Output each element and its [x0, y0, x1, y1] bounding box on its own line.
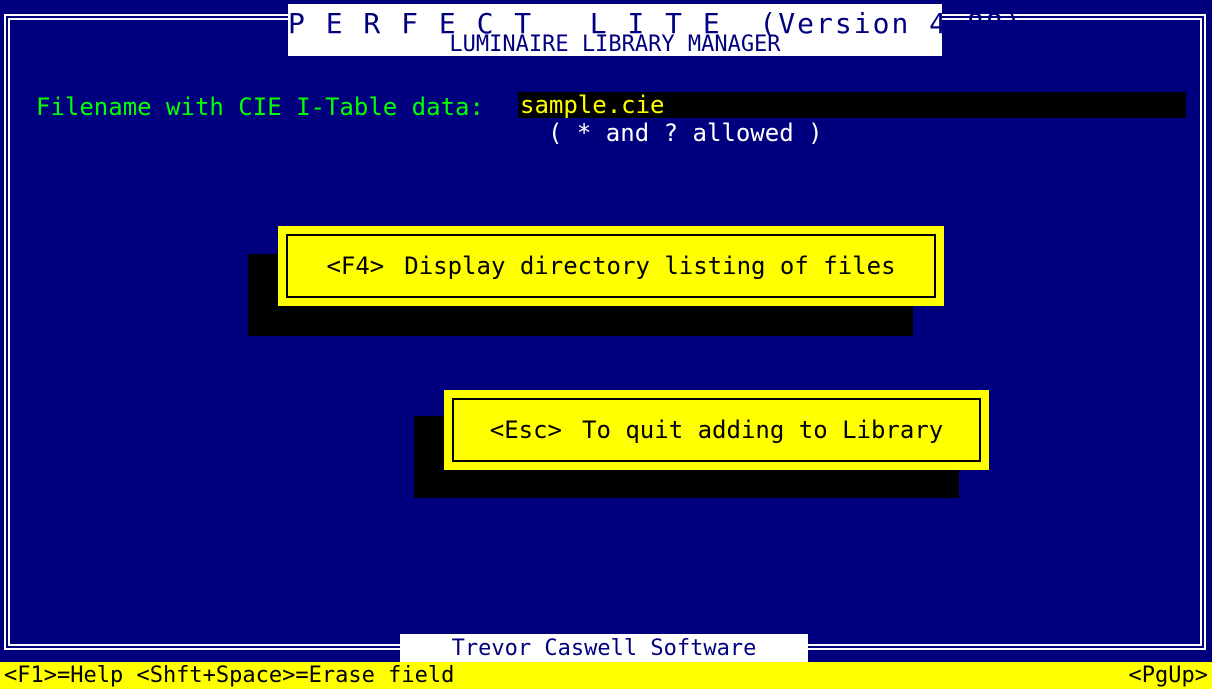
- dir-listing-button-border: <F4> Display directory listing of files: [286, 234, 936, 298]
- esc-key-label: <Esc>: [489, 416, 562, 444]
- f4-key-label: <F4>: [326, 252, 385, 280]
- quit-button[interactable]: <Esc> To quit adding to Library: [444, 390, 989, 470]
- quit-button-border: <Esc> To quit adding to Library: [452, 398, 981, 462]
- dos-screen: P E R F E C T L I T E (Version 4.88) LUM…: [0, 0, 1212, 689]
- status-help-text: <F1>=Help <Shft+Space>=Erase field: [4, 663, 455, 688]
- quit-label: To quit adding to Library: [582, 416, 944, 444]
- footer-credit: Trevor Caswell Software: [400, 634, 808, 662]
- filename-label: Filename with CIE I-Table data:: [36, 93, 484, 121]
- wildcard-hint: ( * and ? allowed ): [548, 119, 823, 147]
- title-banner: P E R F E C T L I T E (Version 4.88) LUM…: [288, 4, 1021, 57]
- pgup-key-label[interactable]: <PgUp>: [1129, 662, 1208, 689]
- dir-listing-label: Display directory listing of files: [404, 252, 896, 280]
- app-subtitle: LUMINAIRE LIBRARY MANAGER: [449, 32, 781, 57]
- dir-listing-button[interactable]: <F4> Display directory listing of files: [278, 226, 944, 306]
- status-bar: <F1>=Help <Shft+Space>=Erase field <PgUp…: [0, 662, 1212, 689]
- filename-input[interactable]: [518, 92, 1186, 118]
